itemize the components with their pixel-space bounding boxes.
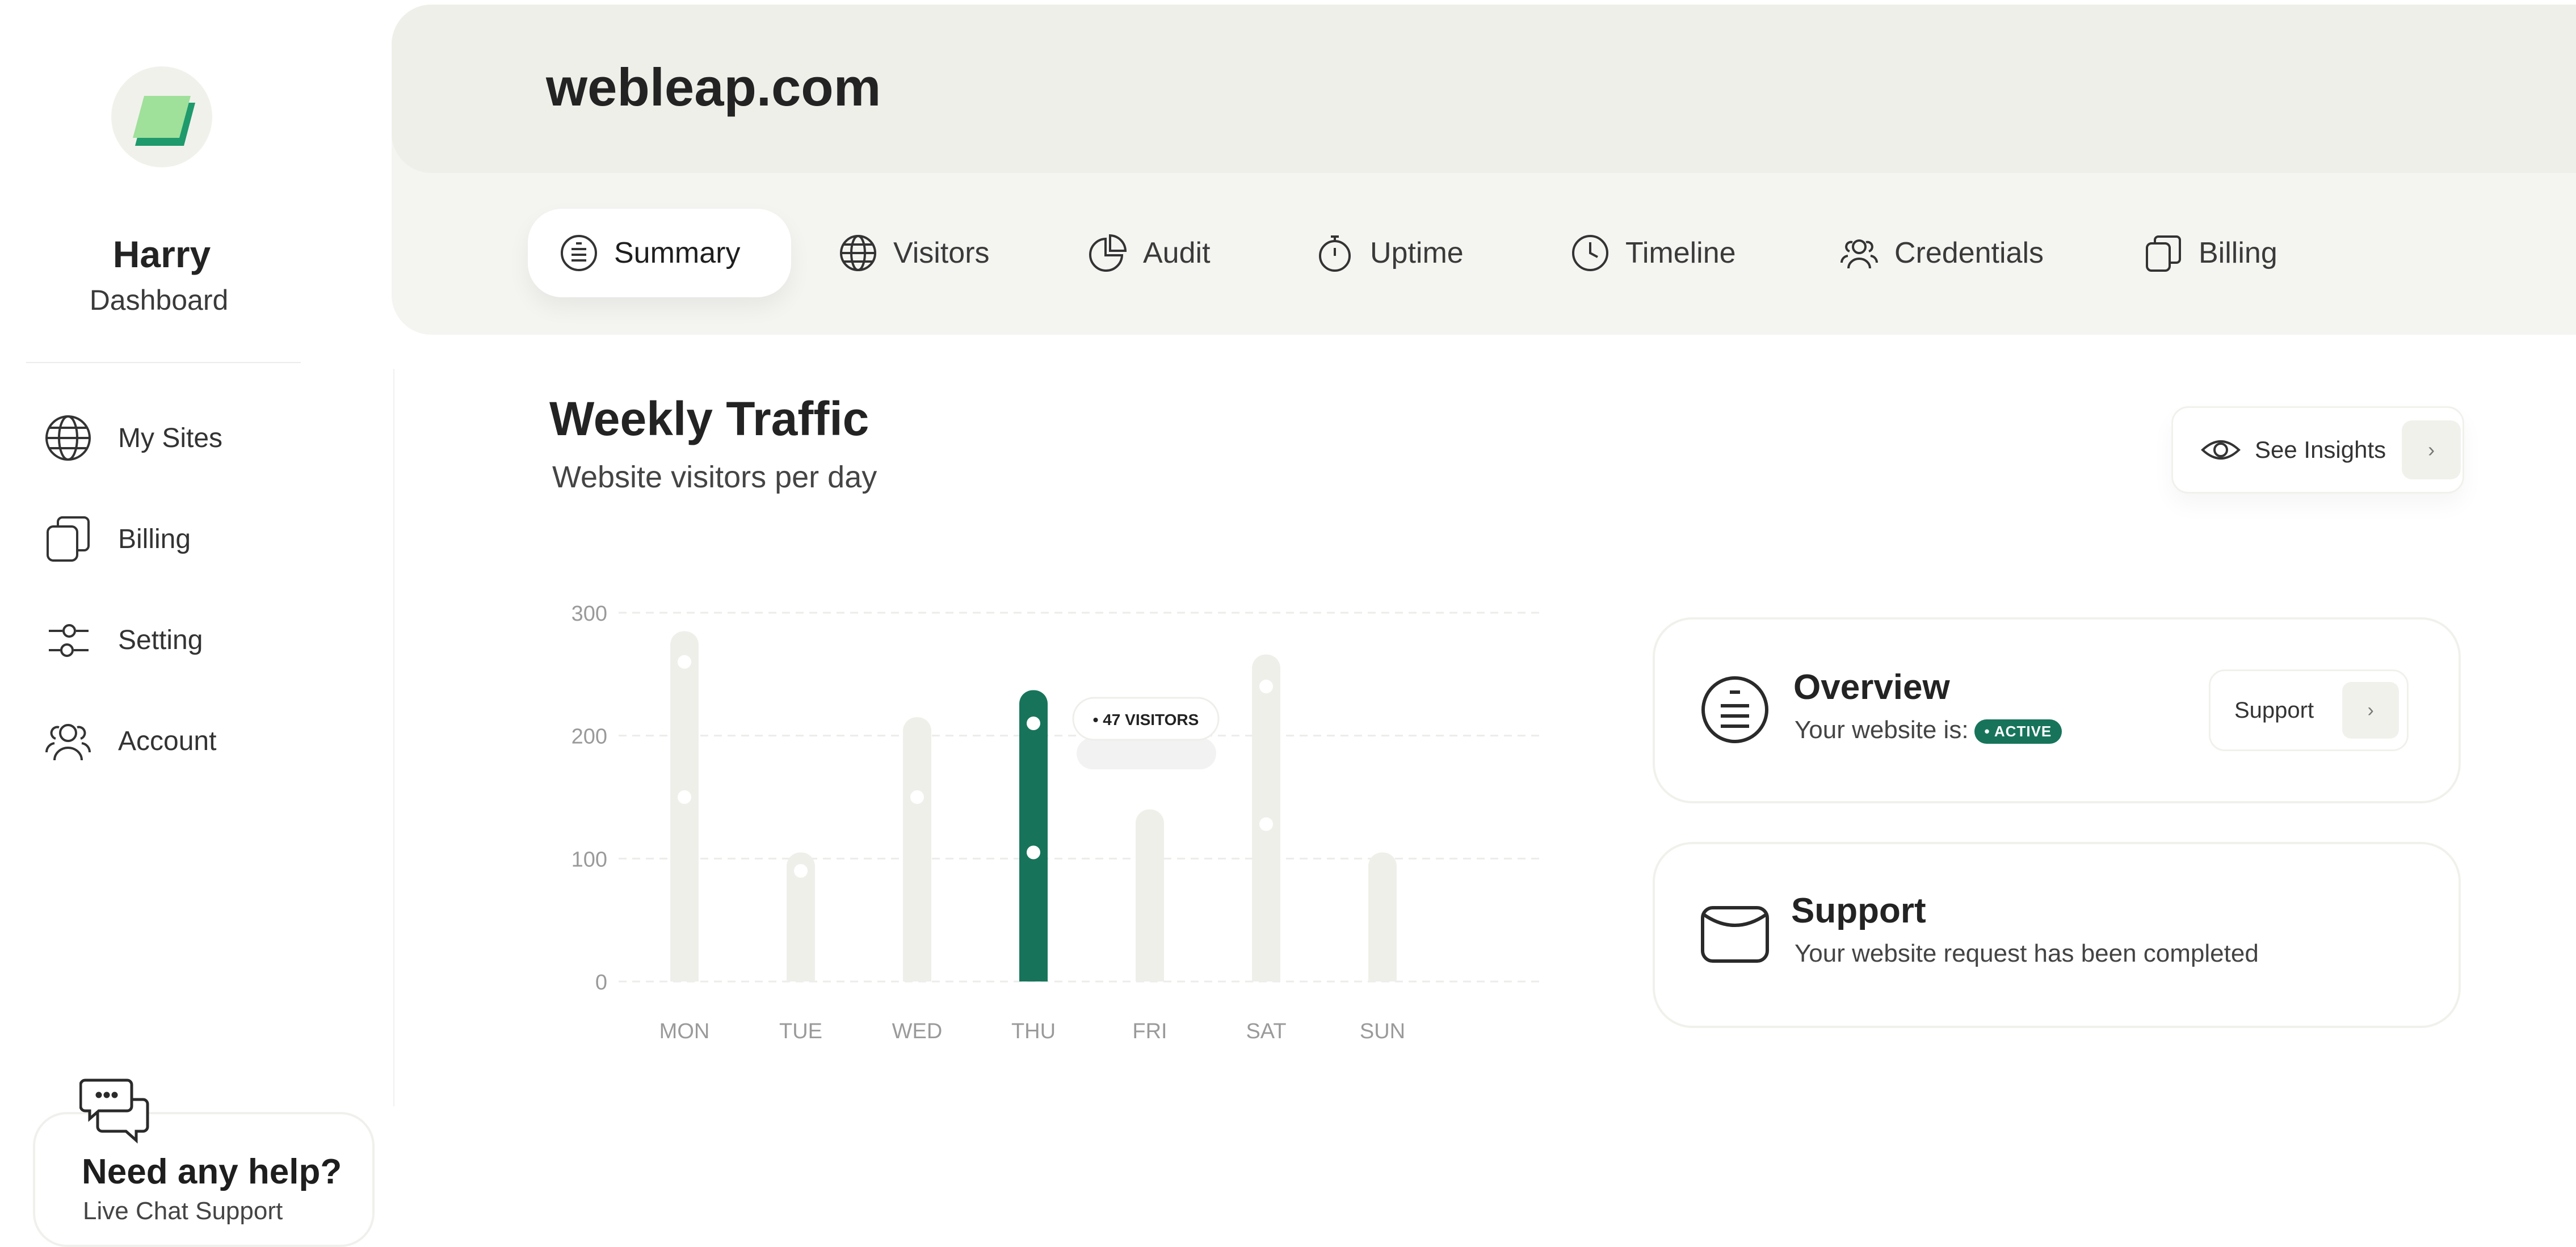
sliders-icon xyxy=(40,612,96,668)
support-button[interactable]: Support › xyxy=(2209,669,2409,751)
bar xyxy=(1368,852,1397,981)
y-tick-label: 0 xyxy=(595,971,607,995)
tab-credentials[interactable]: Credentials xyxy=(1837,209,2044,297)
y-tick-label: 300 xyxy=(571,602,607,626)
x-tick-label: TUE xyxy=(779,1019,822,1043)
clock-icon xyxy=(1568,230,1613,276)
tab-label: Timeline xyxy=(1625,237,1736,269)
support-title: Support xyxy=(1791,891,1926,930)
sidebar-item-setting[interactable]: Setting xyxy=(40,606,358,674)
bar-marker xyxy=(1027,845,1040,860)
weekly-traffic-chart: 0 100 200 300 MON TUE WED THU FRI SAT SUN • 47 VISI… xyxy=(571,602,1544,1043)
overview-status: Your website is: • ACTIVE xyxy=(1795,716,2062,744)
tab-label: Summary xyxy=(614,237,741,269)
x-tick-label: FRI xyxy=(1132,1019,1167,1043)
pie-icon xyxy=(1085,230,1131,276)
x-tick-label: MON xyxy=(659,1019,710,1043)
users-icon xyxy=(40,713,96,769)
chat-icon xyxy=(79,1072,153,1146)
globe-icon xyxy=(835,230,881,276)
status-label: Your website is: xyxy=(1795,716,1969,744)
bar-marker xyxy=(678,655,691,669)
bar-base xyxy=(903,968,931,981)
bar-marker xyxy=(910,790,924,804)
x-tick-label: THU xyxy=(1011,1019,1056,1043)
tab-timeline[interactable]: Timeline xyxy=(1568,209,1736,297)
overview-title: Overview xyxy=(1793,668,1950,707)
bar-base xyxy=(670,968,699,981)
y-tick-label: 100 xyxy=(571,848,607,871)
see-insights-label: See Insights xyxy=(2255,436,2386,463)
bar-marker xyxy=(794,864,808,878)
status-badge: • ACTIVE xyxy=(1974,719,2062,744)
bar-marker xyxy=(1027,717,1040,730)
chevron-right-icon: › xyxy=(2342,682,2399,739)
support-card xyxy=(1653,842,2461,1028)
billing-icon xyxy=(40,511,96,567)
tooltip-label: • 47 VISITORS xyxy=(1093,711,1199,728)
weekly-traffic-subtitle: Website visitors per day xyxy=(552,460,877,494)
sidebar-item-label: Billing xyxy=(118,524,191,554)
tab-label: Credentials xyxy=(1894,237,2044,269)
x-tick-label: SAT xyxy=(1246,1019,1286,1043)
tab-label: Visitors xyxy=(893,237,990,269)
sidebar-item-label: Account xyxy=(118,726,217,756)
bar xyxy=(1136,809,1164,981)
tab-audit[interactable]: Audit xyxy=(1085,209,1211,297)
stopwatch-icon xyxy=(1312,230,1358,276)
x-tick-label: SUN xyxy=(1360,1019,1405,1043)
app-logo[interactable] xyxy=(111,66,212,167)
user-subtitle: Dashboard xyxy=(89,284,229,316)
bar-base xyxy=(1136,968,1164,981)
support-button-label: Support xyxy=(2234,697,2314,723)
weekly-traffic-title: Weekly Traffic xyxy=(549,392,869,445)
sidebar-item-my-sites[interactable]: My Sites xyxy=(40,404,358,472)
sidebar-divider xyxy=(26,362,301,363)
tooltip-shadow xyxy=(1077,738,1216,769)
tab-label: Billing xyxy=(2199,237,2277,269)
logo-icon xyxy=(133,96,195,146)
bar xyxy=(903,717,931,981)
bar xyxy=(670,631,699,981)
summary-icon xyxy=(1699,674,1771,748)
tab-summary[interactable]: Summary xyxy=(528,209,792,297)
tab-label: Uptime xyxy=(1370,237,1464,269)
y-tick-label: 200 xyxy=(571,725,607,749)
tab-label: Audit xyxy=(1143,237,1211,269)
bar-base xyxy=(1368,968,1397,981)
x-tick-label: WED xyxy=(892,1019,943,1043)
tab-billing[interactable]: Billing xyxy=(2141,209,2277,297)
sidebar-item-billing[interactable]: Billing xyxy=(40,505,358,573)
help-title: Need any help? xyxy=(82,1152,342,1191)
help-subtitle[interactable]: Live Chat Support xyxy=(83,1197,283,1225)
see-insights-button[interactable]: See Insights › xyxy=(2171,406,2464,494)
bar-base xyxy=(1019,968,1048,981)
billing-icon xyxy=(2141,230,2186,276)
site-title: webleap.com xyxy=(546,57,881,117)
envelope-icon xyxy=(1699,899,1771,973)
eye-icon xyxy=(2201,440,2241,460)
support-message: Your website request has been completed xyxy=(1795,940,2259,967)
bar-base xyxy=(1252,968,1280,981)
sidebar-item-label: Setting xyxy=(118,625,203,655)
sidebar-border xyxy=(393,369,394,1106)
sidebar-item-label: My Sites xyxy=(118,423,223,453)
globe-icon xyxy=(40,410,96,466)
bar-base xyxy=(787,968,815,981)
sidebar-item-account[interactable]: Account xyxy=(40,707,358,775)
chevron-right-icon: › xyxy=(2402,420,2461,479)
tab-uptime[interactable]: Uptime xyxy=(1312,209,1464,297)
tab-visitors[interactable]: Visitors xyxy=(835,209,990,297)
bar-marker xyxy=(1259,817,1273,831)
bar-marker xyxy=(678,790,691,804)
bar-marker xyxy=(1259,680,1273,693)
bar xyxy=(1019,690,1048,981)
user-name: Harry xyxy=(112,233,211,275)
users-icon xyxy=(1837,230,1882,276)
summary-icon xyxy=(556,230,602,276)
